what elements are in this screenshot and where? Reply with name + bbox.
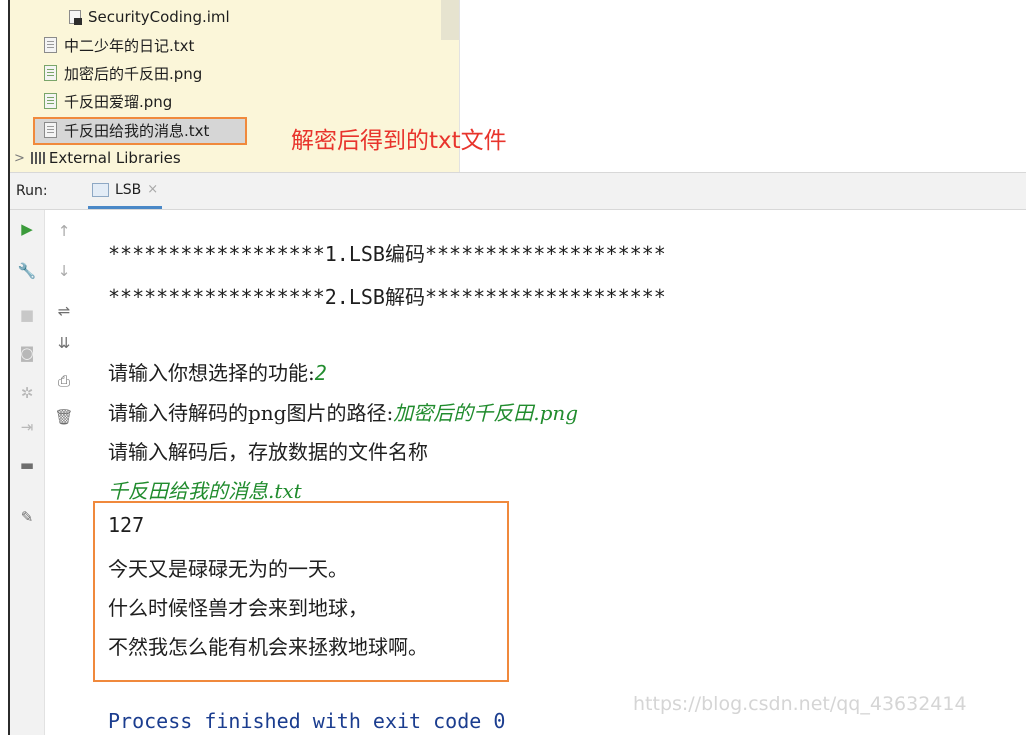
annotation-label: 解密后得到的txt文件	[291, 128, 507, 154]
text-file-icon	[44, 37, 57, 53]
tree-item-label: SecurityCoding.iml	[88, 8, 230, 26]
console-prompt-function: 请输入你想选择的功能:2	[108, 357, 327, 386]
prompt-text: 请输入你想选择的功能:	[108, 361, 315, 385]
arrow-up-icon[interactable]: ↑	[53, 220, 75, 242]
tab-label: LSB	[115, 181, 142, 198]
soft-wrap-icon[interactable]: ⇌	[53, 300, 75, 322]
chevron-right-icon[interactable]: >	[14, 151, 25, 166]
run-toolbar: Run: LSB ×	[10, 172, 1026, 210]
tree-item-label: 加密后的千反田.png	[64, 64, 203, 83]
result-line: 127	[108, 513, 145, 537]
console-filename-input: 千反田给我的消息.txt	[108, 479, 302, 503]
console-menu-line-1: ******************1.LSB编码***************…	[108, 242, 666, 266]
tree-item-label: 中二少年的日记.txt	[64, 36, 195, 55]
rerun-icon[interactable]: ▶	[16, 218, 38, 240]
layout-icon[interactable]: ▬	[16, 454, 38, 476]
run-config-icon	[92, 182, 109, 197]
result-line: 今天又是碌碌无为的一天。	[108, 557, 348, 581]
scroll-to-end-icon[interactable]: ⇊	[53, 332, 75, 354]
trash-icon[interactable]: 🗑	[53, 406, 75, 428]
console-actions-gutter: ↑ ↓ ⇌ ⇊ ⎙ 🗑	[45, 210, 83, 735]
pin-icon[interactable]: ✎	[16, 506, 38, 528]
debug-icon[interactable]: ✲	[16, 382, 38, 404]
console-menu-line-2: ******************2.LSB解码***************…	[108, 285, 666, 309]
prompt-text: 请输入待解码的png图片的路径:	[108, 401, 394, 425]
result-line: 不然我怎么能有机会来拯救地球啊。	[108, 635, 428, 659]
close-icon[interactable]: ×	[147, 182, 158, 197]
tab-lsb[interactable]: LSB ×	[88, 173, 163, 209]
library-icon	[30, 152, 45, 164]
tree-item-original-png[interactable]: 千反田爱瑠.png	[44, 88, 172, 114]
user-input: 2	[314, 361, 327, 385]
tree-item-label: 千反田爱瑠.png	[64, 92, 173, 111]
exit-icon[interactable]: ⇥	[16, 416, 38, 438]
console-prompt-path: 请输入待解码的png图片的路径:加密后的千反田.png	[108, 397, 578, 426]
image-file-icon	[44, 65, 57, 81]
tree-item-iml[interactable]: SecurityCoding.iml	[68, 4, 230, 30]
exit-status-line: Process finished with exit code 0	[108, 709, 506, 733]
print-icon[interactable]: ⎙	[53, 370, 75, 392]
editor-area	[460, 0, 1026, 172]
arrow-down-icon[interactable]: ↓	[53, 260, 75, 282]
image-file-icon	[44, 93, 57, 109]
tree-item-encrypted-png[interactable]: 加密后的千反田.png	[44, 60, 202, 86]
iml-file-icon	[68, 9, 83, 25]
run-label: Run:	[16, 183, 48, 199]
user-input: 加密后的千反田.png	[393, 401, 579, 425]
tree-scrollbar[interactable]	[441, 0, 459, 40]
tree-item-diary[interactable]: 中二少年的日记.txt	[44, 32, 194, 58]
wrench-icon[interactable]: 🔧	[16, 260, 38, 282]
run-actions-gutter: ▶ 🔧 ■ ◙ ✲ ⇥ ▬ ✎	[10, 210, 45, 735]
camera-icon[interactable]: ◙	[16, 342, 38, 364]
highlight-box	[33, 117, 247, 145]
result-line: 什么时候怪兽才会来到地球，	[108, 596, 368, 620]
stop-icon[interactable]: ■	[16, 304, 38, 326]
tree-item-label: External Libraries	[48, 149, 181, 167]
tree-item-external-libraries[interactable]: > External Libraries	[14, 145, 181, 171]
console-prompt-filename: 请输入解码后，存放数据的文件名称	[108, 440, 428, 464]
watermark: https://blog.csdn.net/qq_43632414	[633, 693, 967, 715]
